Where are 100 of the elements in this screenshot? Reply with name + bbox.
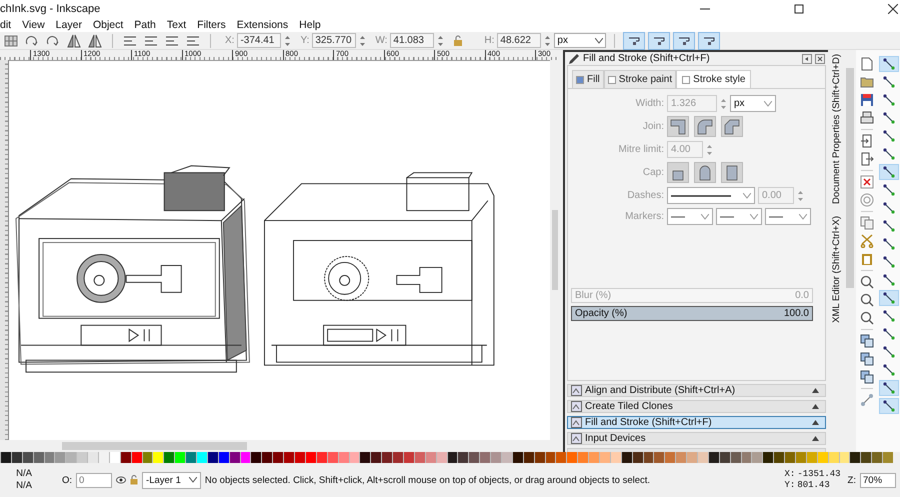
color-swatch[interactable] bbox=[762, 452, 774, 463]
cross-icon[interactable] bbox=[860, 175, 874, 189]
menu-item[interactable]: Layer bbox=[56, 19, 82, 31]
color-swatch[interactable] bbox=[359, 452, 370, 463]
collapsed-panel-bar[interactable]: Fill and Stroke (Shift+Ctrl+F) bbox=[567, 416, 826, 429]
transform-toggle-button[interactable] bbox=[648, 32, 670, 50]
rotate-icon[interactable] bbox=[24, 34, 40, 48]
color-swatch[interactable] bbox=[773, 452, 784, 463]
color-swatch[interactable] bbox=[261, 452, 272, 463]
menu-item[interactable]: Filters bbox=[197, 19, 226, 31]
color-swatch[interactable] bbox=[272, 452, 284, 463]
grid-icon[interactable] bbox=[3, 34, 19, 48]
cap-style-button[interactable] bbox=[721, 162, 743, 183]
color-swatch[interactable] bbox=[414, 452, 425, 463]
cap-style-button[interactable] bbox=[694, 162, 716, 183]
triangle-icon[interactable] bbox=[66, 34, 82, 48]
color-swatch[interactable] bbox=[196, 452, 207, 463]
color-swatch[interactable] bbox=[304, 452, 316, 463]
dash-pattern-dropdown[interactable] bbox=[667, 187, 755, 204]
color-swatch[interactable] bbox=[500, 452, 512, 463]
coordinate-field[interactable]: 48.622 bbox=[497, 33, 542, 48]
folder-icon[interactable] bbox=[860, 75, 874, 89]
copy-icon[interactable] bbox=[860, 216, 874, 230]
lines-icon[interactable] bbox=[185, 34, 201, 48]
spinner-arrows-icon[interactable] bbox=[359, 34, 366, 48]
squares-icon[interactable] bbox=[860, 370, 874, 384]
menu-item[interactable]: Text bbox=[166, 19, 186, 31]
color-swatch[interactable] bbox=[163, 452, 174, 463]
color-swatch[interactable] bbox=[446, 452, 458, 463]
color-swatch[interactable] bbox=[664, 452, 676, 463]
menu-item[interactable]: Help bbox=[299, 19, 321, 31]
color-swatch[interactable] bbox=[534, 452, 545, 463]
panel-tab[interactable]: Fill bbox=[572, 70, 604, 88]
color-swatch[interactable] bbox=[457, 452, 468, 463]
color-swatch[interactable] bbox=[185, 452, 196, 463]
coordinate-field[interactable]: -374.41 bbox=[237, 33, 282, 48]
snap-toggle-button[interactable] bbox=[879, 290, 899, 306]
color-swatch[interactable] bbox=[402, 452, 414, 463]
coordinate-field[interactable]: 325.770 bbox=[312, 33, 356, 48]
color-swatch[interactable] bbox=[338, 452, 348, 463]
color-swatch[interactable] bbox=[610, 452, 621, 463]
color-swatch[interactable] bbox=[828, 452, 839, 463]
menu-item[interactable]: Path bbox=[134, 19, 156, 31]
node-icon[interactable] bbox=[860, 393, 874, 407]
lines-icon[interactable] bbox=[122, 34, 138, 48]
color-swatch[interactable] bbox=[740, 452, 752, 463]
export-icon[interactable] bbox=[860, 152, 874, 166]
color-swatch[interactable] bbox=[32, 452, 44, 463]
collapse-icon[interactable] bbox=[802, 54, 812, 64]
triangle-icon[interactable] bbox=[87, 34, 103, 48]
squares-icon[interactable] bbox=[860, 334, 874, 348]
color-swatch[interactable] bbox=[816, 452, 828, 463]
color-swatch[interactable] bbox=[468, 452, 480, 463]
spinner-arrows-icon[interactable] bbox=[437, 34, 444, 48]
color-swatch[interactable] bbox=[708, 452, 719, 463]
color-swatch[interactable] bbox=[22, 452, 33, 463]
clipboard-icon[interactable] bbox=[860, 252, 874, 266]
collapsed-panel-bar[interactable]: Create Tiled Clones bbox=[567, 400, 826, 413]
color-swatch[interactable] bbox=[283, 452, 294, 463]
color-swatch[interactable] bbox=[250, 452, 262, 463]
snap-toggle-button[interactable] bbox=[879, 164, 899, 180]
layer-dropdown[interactable]: -Layer 1 bbox=[142, 472, 201, 488]
color-swatch[interactable] bbox=[697, 452, 708, 463]
menu-item[interactable]: dit bbox=[0, 19, 12, 31]
spinner-arrows-icon[interactable] bbox=[544, 34, 552, 48]
snap-toggle-button[interactable] bbox=[879, 398, 899, 414]
close-icon[interactable] bbox=[815, 54, 825, 64]
color-swatch[interactable] bbox=[784, 452, 796, 463]
color-swatch[interactable] bbox=[206, 452, 218, 463]
color-swatch[interactable] bbox=[294, 452, 305, 463]
color-swatch[interactable] bbox=[381, 452, 392, 463]
side-panel-tab[interactable]: Document Properties (Shift+Ctrl+D) bbox=[830, 54, 842, 204]
spinner-arrows-icon[interactable] bbox=[797, 188, 804, 202]
color-swatch[interactable] bbox=[653, 452, 664, 463]
snap-toggle-button[interactable] bbox=[879, 56, 899, 72]
color-swatch[interactable] bbox=[751, 452, 762, 463]
color-swatch[interactable] bbox=[806, 452, 817, 463]
lines-icon[interactable] bbox=[143, 34, 159, 48]
document-icon[interactable] bbox=[860, 57, 874, 71]
color-swatch[interactable] bbox=[838, 452, 850, 463]
spinner-arrows-icon[interactable] bbox=[284, 34, 292, 48]
color-swatch[interactable] bbox=[675, 452, 686, 463]
opacity-slider[interactable]: Opacity (%) 100.0 bbox=[571, 306, 813, 320]
color-swatch[interactable] bbox=[65, 452, 76, 463]
color-swatch[interactable] bbox=[718, 452, 730, 463]
zoom-field[interactable]: 70% bbox=[860, 472, 896, 488]
color-swatch[interactable] bbox=[76, 452, 88, 463]
color-swatch[interactable] bbox=[370, 452, 382, 463]
transform-toggle-button[interactable] bbox=[698, 32, 720, 50]
save-icon[interactable] bbox=[860, 93, 874, 107]
side-panel-tab[interactable]: XML Editor (Shift+Ctrl+X) bbox=[830, 216, 842, 323]
scissors-icon[interactable] bbox=[860, 234, 874, 248]
color-swatch[interactable] bbox=[860, 452, 872, 463]
color-swatch[interactable] bbox=[10, 452, 22, 463]
color-swatch[interactable] bbox=[44, 452, 54, 463]
panel-tab[interactable]: Stroke style bbox=[676, 70, 752, 88]
color-swatch[interactable] bbox=[577, 452, 588, 463]
marker-dropdown[interactable] bbox=[716, 208, 762, 225]
printer-icon[interactable] bbox=[860, 111, 874, 125]
color-swatch[interactable] bbox=[490, 452, 501, 463]
